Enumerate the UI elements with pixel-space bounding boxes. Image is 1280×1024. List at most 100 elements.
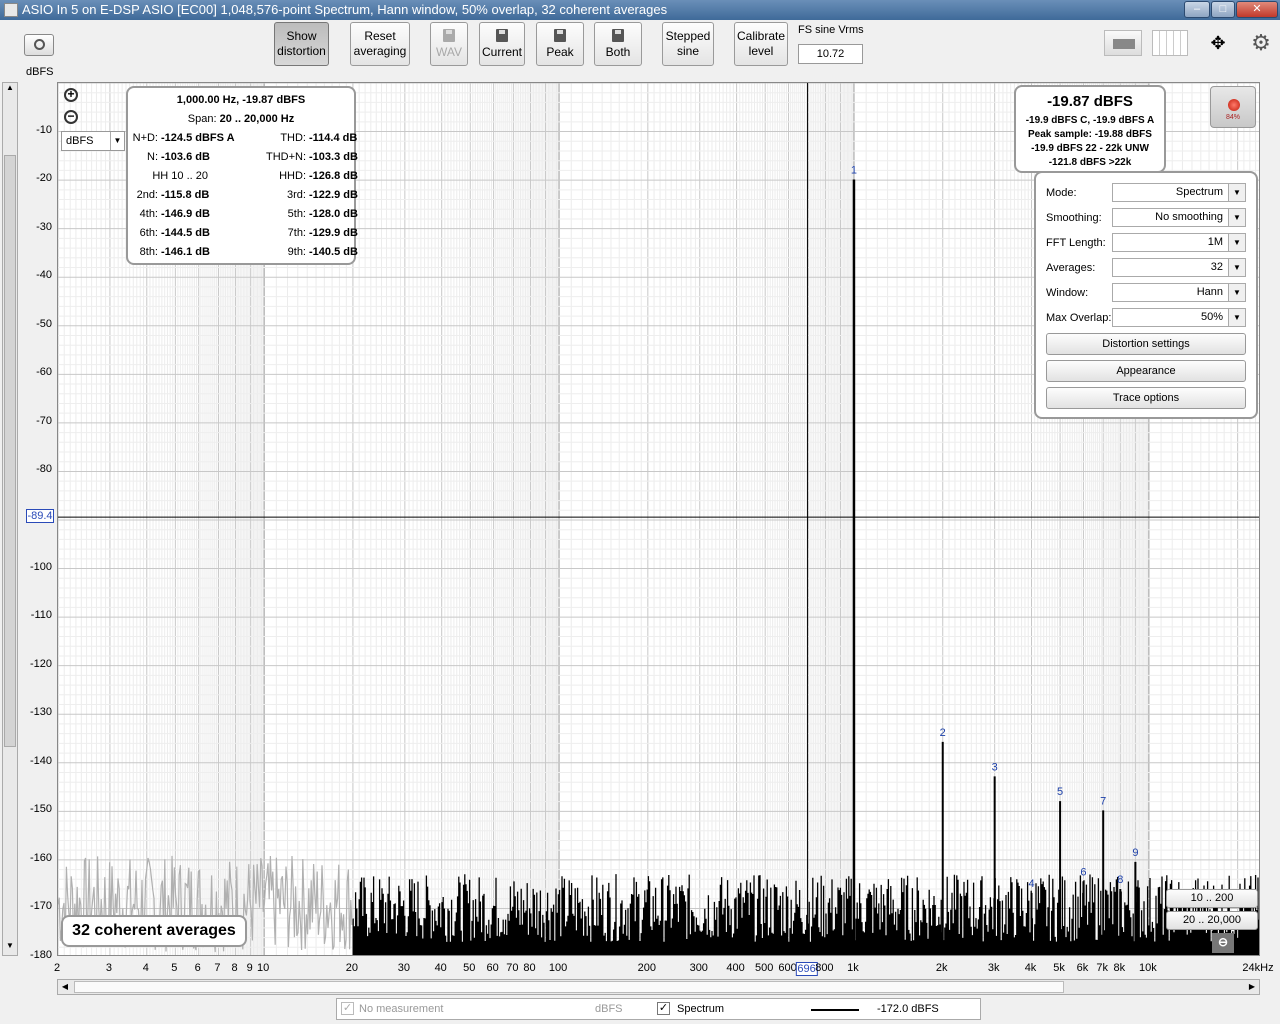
- control-select[interactable]: 1M: [1112, 233, 1246, 252]
- unit-select[interactable]: dBFS ▼: [61, 131, 125, 151]
- control-row: Smoothing: No smoothing: [1046, 208, 1248, 228]
- x-tick-label: 4: [142, 962, 149, 974]
- gear-icon[interactable]: ⚙: [1248, 30, 1274, 56]
- camera-icon[interactable]: [24, 34, 54, 56]
- horizontal-scrollbar[interactable]: ◀ ▶: [57, 979, 1260, 995]
- scroll-left-icon[interactable]: ◀: [58, 980, 72, 994]
- spectrum-plot[interactable]: 1 2 3 4 5 6 7 8 9 + − dBFS ▼ 1,000.00 Hz, -19.87…: [57, 82, 1260, 956]
- stepped-sine-button[interactable]: Stepped sine: [662, 22, 714, 66]
- readout-label: THD:: [280, 132, 306, 144]
- x-tick-label: 800: [815, 962, 834, 974]
- maximize-button[interactable]: □: [1211, 1, 1235, 18]
- no-measurement-label: No measurement: [359, 1003, 444, 1015]
- readout-value: -122.9 dB: [309, 189, 358, 201]
- x-tick-label: 5k: [1053, 962, 1065, 974]
- wav-button[interactable]: WAV: [430, 22, 468, 66]
- level-readout-panel: -19.87 dBFS -19.9 dBFS C, -19.9 dBFS A P…: [1014, 85, 1166, 173]
- disk-icon: [496, 28, 508, 42]
- range-20-20000-button[interactable]: 20 .. 20,000: [1166, 911, 1258, 930]
- readout-label: 8th:: [139, 246, 158, 258]
- vertical-scroll-thumb[interactable]: [4, 155, 16, 747]
- x-tick-label: 9: [246, 962, 253, 974]
- y-tick-label: -160: [29, 851, 52, 864]
- trace-options-button[interactable]: Trace options: [1046, 387, 1246, 409]
- zoom-out-x-icon[interactable]: ⊖: [1212, 933, 1234, 953]
- layout-icon[interactable]: [1104, 30, 1142, 56]
- y-tick-label: -70: [36, 414, 52, 427]
- zoom-out-icon[interactable]: −: [64, 110, 78, 124]
- readout-label: N:: [147, 151, 158, 163]
- readout-value: -140.5 dB: [309, 246, 358, 258]
- save-peak-button[interactable]: Peak: [536, 22, 584, 66]
- vertical-scrollbar[interactable]: ▲ ▼: [2, 82, 18, 956]
- y-tick-label: -100: [29, 560, 52, 573]
- zoom-in-x-icon[interactable]: ⊕: [1236, 933, 1258, 953]
- x-tick-label: 3k: [987, 962, 1000, 974]
- x-tick-label: 24kHz: [1242, 962, 1274, 974]
- scroll-up-icon[interactable]: ▲: [4, 83, 16, 97]
- move-arrows-icon[interactable]: ✥: [1200, 30, 1236, 56]
- control-select[interactable]: Hann: [1112, 283, 1246, 302]
- y-tick-label: -20: [36, 172, 52, 185]
- range-10-200-button[interactable]: 10 .. 200: [1166, 889, 1258, 908]
- y-tick-label: -180: [29, 949, 52, 961]
- legend-bar: ✓ No measurement dBFS ✓ Spectrum -172.0 …: [336, 998, 981, 1020]
- control-label: Max Overlap:: [1046, 312, 1112, 324]
- save-both-button[interactable]: Both: [594, 22, 642, 66]
- zoom-in-icon[interactable]: +: [64, 88, 78, 102]
- control-select[interactable]: 32: [1112, 258, 1246, 277]
- control-select[interactable]: Spectrum: [1112, 183, 1246, 202]
- toolbar: Show distortion Reset averaging WAV Curr…: [0, 20, 1280, 82]
- x-tick-label: 500: [754, 962, 774, 974]
- readout-value: -146.9 dB: [161, 208, 210, 220]
- save-current-button[interactable]: Current: [479, 22, 525, 66]
- y-tick-label: -150: [29, 803, 52, 816]
- close-button[interactable]: ✕: [1236, 1, 1278, 18]
- x-tick-label: 4k: [1024, 962, 1037, 974]
- scroll-right-icon[interactable]: ▶: [1245, 980, 1259, 994]
- no-measurement-checkbox[interactable]: ✓: [341, 1002, 354, 1015]
- x-tick-label: 600: [778, 962, 797, 974]
- harmonic-label: 3: [992, 761, 998, 773]
- record-led-icon: [1228, 99, 1240, 111]
- spectrum-legend-label: Spectrum: [677, 1003, 725, 1015]
- x-tick-label: 400: [726, 962, 745, 974]
- input-level-meter[interactable]: 84%: [1210, 86, 1256, 128]
- fs-sine-input[interactable]: 10.72: [798, 44, 863, 64]
- y-tick-label: -30: [36, 220, 52, 233]
- control-row: FFT Length: 1M: [1046, 233, 1248, 253]
- control-select[interactable]: No smoothing: [1112, 208, 1246, 227]
- readout-value: -126.8 dB: [309, 170, 358, 182]
- control-label: Window:: [1046, 287, 1089, 299]
- y-tick-label: -120: [29, 657, 52, 670]
- appearance-button[interactable]: Appearance: [1046, 360, 1246, 382]
- x-tick-label: 20: [345, 962, 359, 974]
- level-main: -19.87 dBFS: [1047, 93, 1133, 110]
- show-distortion-button[interactable]: Show distortion: [274, 22, 329, 66]
- reset-averaging-button[interactable]: Reset averaging: [350, 22, 410, 66]
- level-line: -19.9 dBFS 22 - 22k UNW: [1031, 143, 1149, 154]
- distortion-settings-button[interactable]: Distortion settings: [1046, 333, 1246, 355]
- scroll-down-icon[interactable]: ▼: [4, 941, 16, 955]
- y-tick-label: -10: [36, 123, 52, 136]
- control-row: Max Overlap: 50%: [1046, 308, 1248, 328]
- minimize-button[interactable]: –: [1184, 1, 1210, 18]
- spectrum-checkbox[interactable]: ✓: [657, 1002, 670, 1015]
- control-panel: Mode: Spectrum Smoothing: No smoothing FFT L…: [1034, 171, 1258, 419]
- columns-icon[interactable]: [1152, 30, 1188, 56]
- y-tick-label: -110: [30, 609, 52, 622]
- x-tick-label: 6k: [1076, 962, 1089, 974]
- y-axis-unit: dBFS: [26, 66, 54, 78]
- readout-label: 5th:: [287, 208, 306, 220]
- readout-label: 3rd:: [287, 189, 306, 201]
- readout-value: -129.9 dB: [309, 227, 358, 239]
- harmonic-label: 4: [1028, 878, 1034, 890]
- control-select[interactable]: 50%: [1112, 308, 1246, 327]
- y-tick-label: -60: [36, 366, 52, 379]
- x-tick-label: 5: [171, 962, 178, 974]
- readout-label: 6th:: [139, 227, 158, 239]
- x-tick-label: 40: [434, 962, 447, 974]
- control-row: Window: Hann: [1046, 283, 1248, 303]
- calibrate-level-button[interactable]: Calibrate level: [734, 22, 788, 66]
- horizontal-scroll-thumb[interactable]: [74, 981, 1064, 993]
